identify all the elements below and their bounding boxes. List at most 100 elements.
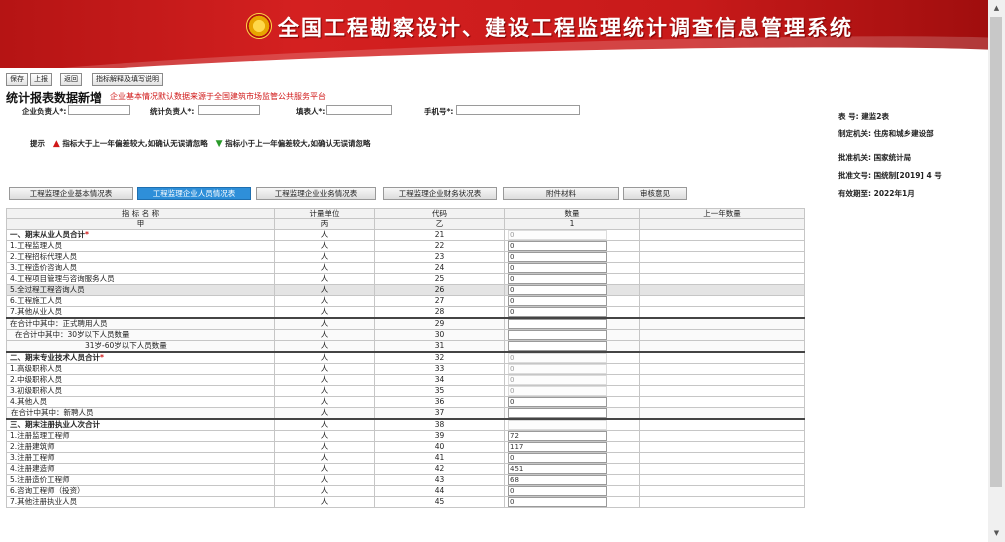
quantity-cell: 0 (504, 495, 640, 508)
previous-year-cell (639, 417, 805, 431)
indicator-name-cell: 7.其他从业人员 (6, 305, 275, 319)
hint-label: 提示 (30, 139, 45, 148)
quantity-input: 0 (508, 375, 607, 385)
previous-year-cell (639, 294, 805, 307)
quantity-input[interactable]: 0 (508, 307, 607, 317)
quantity-input (508, 420, 607, 430)
hint-down-text: 指标小于上一年偏差较大,如确认无误请忽略 (225, 139, 371, 148)
quantity-cell: 0 (504, 239, 640, 252)
table-row: 3.初级职称人员人 35 0 (6, 384, 805, 397)
stats-head-input[interactable] (198, 105, 260, 115)
table-row: 6.工程施工人员人 27 0 (6, 294, 805, 307)
quantity-input[interactable]: 0 (508, 397, 607, 407)
indicator-name-cell: 在合计中其中：30岁以下人员数量 (6, 328, 275, 341)
previous-year-cell (639, 462, 805, 475)
quantity-input[interactable]: 0 (508, 497, 607, 507)
column-code (639, 218, 805, 230)
quantity-cell: 0 (504, 261, 640, 274)
unit-cell: 人 (274, 429, 375, 442)
tab-review[interactable]: 审核意见 (623, 187, 687, 200)
code-cell: 32 (374, 350, 505, 364)
quantity-input[interactable]: 0 (508, 274, 607, 284)
scroll-thumb[interactable] (990, 17, 1002, 487)
tab-finance[interactable]: 工程监理企业财务状况表 (383, 187, 497, 200)
column-header: 计量单位 (274, 207, 375, 220)
quantity-input[interactable]: 117 (508, 442, 607, 452)
back-button[interactable]: 返回 (60, 73, 82, 86)
unit-cell: 人 (274, 495, 375, 508)
quantity-input[interactable]: 0 (508, 241, 607, 251)
quantity-input[interactable]: 0 (508, 296, 607, 306)
unit-cell: 人 (274, 362, 375, 375)
indicator-name-cell: 7.其他注册执业人员 (6, 495, 275, 508)
table-row: 3.注册工程师人 41 0 (6, 451, 805, 464)
previous-year-cell (639, 384, 805, 397)
unit-cell: 人 (274, 451, 375, 464)
enterprise-head-input[interactable] (68, 105, 130, 115)
page-title: 统计报表数据新增 (6, 91, 103, 105)
previous-year-cell (639, 239, 805, 252)
scroll-down-arrow-icon[interactable]: ▼ (988, 525, 1005, 542)
vertical-scrollbar[interactable]: ▲ ▼ (988, 0, 1005, 542)
issuing-authority: 制定机关: 住房和城乡建设部 (838, 129, 934, 138)
phone-input[interactable] (456, 105, 580, 115)
column-header: 指 标 名 称 (6, 207, 275, 220)
table-row: 2.工程招标代理人员人 23 0 (6, 250, 805, 263)
code-cell: 28 (374, 305, 505, 319)
quantity-cell: 451 (504, 462, 640, 475)
quantity-input[interactable]: 0 (508, 486, 607, 496)
quantity-input[interactable] (508, 319, 607, 329)
quantity-input[interactable] (508, 408, 607, 418)
filler-input[interactable] (326, 105, 392, 115)
data-source-note: 企业基本情况默认数据来源于全国建筑市场监管公共服务平台 (110, 92, 326, 101)
previous-year-cell (639, 228, 805, 241)
unit-cell: 人 (274, 462, 375, 475)
indicator-name-cell: 2.注册建筑师 (6, 440, 275, 453)
column-header: 上一年数量 (639, 207, 805, 220)
column-code: 甲 (6, 218, 275, 230)
quantity-input[interactable]: 68 (508, 475, 607, 485)
previous-year-cell (639, 272, 805, 285)
scroll-up-arrow-icon[interactable]: ▲ (988, 0, 1005, 17)
submit-button[interactable]: 上报 (30, 73, 52, 86)
table-header-row: 指 标 名 称 计量单位 代码 数量 上一年数量 (6, 207, 805, 220)
indicator-name-cell: 2.中级职称人员 (6, 373, 275, 386)
table-row: 5.全过程工程咨询人员人 26 0 (6, 283, 805, 296)
unit-cell: 人 (274, 228, 375, 241)
quantity-input[interactable]: 0 (508, 252, 607, 262)
quantity-input[interactable] (508, 341, 607, 351)
quantity-cell: 72 (504, 429, 640, 442)
tab-attachments[interactable]: 附件材料 (503, 187, 619, 200)
quantity-input[interactable] (508, 330, 607, 340)
quantity-cell (504, 406, 640, 420)
required-star: * (85, 230, 89, 240)
quantity-input[interactable]: 451 (508, 464, 607, 474)
quantity-input: 0 (508, 353, 607, 363)
quantity-input[interactable]: 0 (508, 263, 607, 273)
indicator-name-cell: 1.高级职称人员 (6, 362, 275, 375)
quantity-cell: 0 (504, 395, 640, 408)
quantity-cell: 117 (504, 440, 640, 453)
table-row: 31岁-60岁以下人员数量人 31 (6, 339, 805, 353)
up-arrow-icon: ▲ (52, 139, 60, 149)
quantity-cell: 0 (504, 305, 640, 319)
save-button[interactable]: 保存 (6, 73, 28, 86)
previous-year-cell (639, 429, 805, 442)
code-cell: 23 (374, 250, 505, 263)
tab-personnel[interactable]: 工程监理企业人员情况表 (137, 187, 251, 200)
quantity-input[interactable]: 0 (508, 285, 607, 295)
table-row: 1.注册监理工程师人 39 72 (6, 429, 805, 442)
tab-business[interactable]: 工程监理企业业务情况表 (256, 187, 376, 200)
table-row: 一、期末从业人员合计* 人 21 0 (6, 228, 805, 241)
quantity-input[interactable]: 72 (508, 431, 607, 441)
quantity-input[interactable]: 0 (508, 453, 607, 463)
unit-cell: 人 (274, 473, 375, 486)
tab-basic-info[interactable]: 工程监理企业基本情况表 (9, 187, 133, 200)
table-row: 3.工程造价咨询人员人 24 0 (6, 261, 805, 274)
code-cell: 33 (374, 362, 505, 375)
code-cell: 22 (374, 239, 505, 252)
unit-cell: 人 (274, 250, 375, 263)
hint-line: 提示 ▲ 指标大于上一年偏差较大,如确认无误请忽略 ▼ 指标小于上一年偏差较大,… (30, 138, 371, 149)
help-button[interactable]: 指标解释及填写说明 (92, 73, 163, 86)
quantity-cell: 0 (504, 294, 640, 307)
